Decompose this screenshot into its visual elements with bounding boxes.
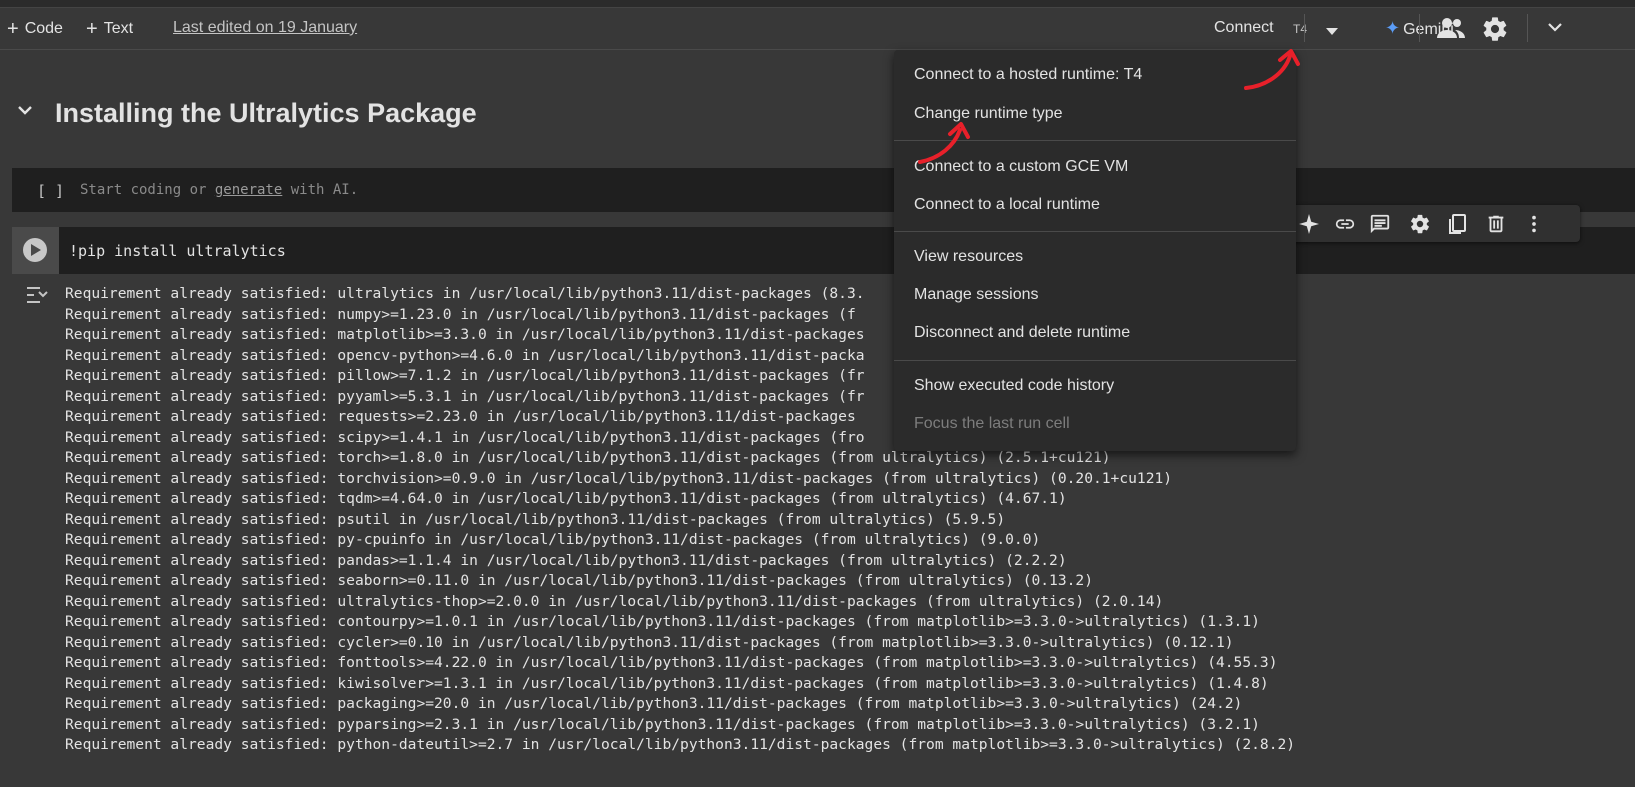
gear-icon[interactable] bbox=[1481, 15, 1509, 48]
output-line: Requirement already satisfied: contourpy… bbox=[65, 613, 1260, 630]
output-line: Requirement already satisfied: packaging… bbox=[65, 695, 1243, 712]
gemini-star-icon: ✦ bbox=[1385, 18, 1401, 38]
output-line: Requirement already satisfied: pyyaml>=5… bbox=[65, 387, 865, 405]
mirror-cell-icon[interactable] bbox=[1447, 213, 1469, 240]
placeholder-text: with AI. bbox=[282, 182, 359, 198]
output-line: Requirement already satisfied: scipy>=1.… bbox=[65, 428, 865, 446]
output-line: Requirement already satisfied: kiwisolve… bbox=[65, 674, 1269, 692]
output-line: Requirement already satisfied: torch>=1.… bbox=[65, 449, 1111, 466]
sparkle-icon[interactable] bbox=[1298, 213, 1320, 240]
connect-dropdown-icon[interactable] bbox=[1326, 28, 1338, 35]
menu-item-view-resources[interactable]: View resources bbox=[914, 248, 1023, 266]
cell-toolbar bbox=[1290, 205, 1580, 242]
output-line: Requirement already satisfied: matplotli… bbox=[65, 326, 865, 343]
generate-link[interactable]: generate bbox=[215, 182, 282, 198]
output-line: Requirement already satisfied: numpy>=1.… bbox=[65, 305, 856, 323]
menu-item-connect-local-runtime[interactable]: Connect to a local runtime bbox=[914, 196, 1100, 214]
toolbar-divider bbox=[1419, 14, 1420, 42]
output-line: Requirement already satisfied: python-da… bbox=[65, 736, 1296, 753]
gear-icon[interactable] bbox=[1409, 213, 1431, 240]
code-cell-source[interactable]: !pip install ultralytics bbox=[69, 242, 286, 260]
menu-divider bbox=[894, 360, 1296, 361]
last-edited-link[interactable]: Last edited on 19 January bbox=[173, 19, 357, 37]
annotation-arrow-change-runtime bbox=[918, 122, 970, 164]
comment-icon[interactable] bbox=[1369, 213, 1391, 240]
output-line: Requirement already satisfied: cycler>=0… bbox=[65, 633, 1234, 651]
section-collapse-icon[interactable] bbox=[17, 104, 33, 122]
output-line: Requirement already satisfied: py-cpuinf… bbox=[65, 531, 1041, 548]
add-code-label: Code bbox=[24, 20, 63, 37]
output-line: Requirement already satisfied: torchvisi… bbox=[65, 469, 1173, 487]
menu-item-connect-hosted-runtime[interactable]: Connect to a hosted runtime: T4 bbox=[914, 66, 1142, 84]
section-heading: Installing the Ultralytics Package bbox=[55, 98, 477, 128]
output-line: Requirement already satisfied: tqdm>=4.6… bbox=[65, 490, 1067, 507]
output-line: Requirement already satisfied: requests>… bbox=[65, 408, 856, 425]
play-icon bbox=[23, 238, 47, 262]
menu-divider bbox=[894, 231, 1296, 232]
notebook-toolbar: + Code + Text Last edited on 19 January Co… bbox=[0, 8, 1635, 50]
output-toggle-icon[interactable] bbox=[25, 284, 49, 311]
add-text-label: Text bbox=[103, 20, 134, 37]
output-line: Requirement already satisfied: fonttools… bbox=[65, 654, 1278, 671]
output-line: Requirement already satisfied: ultralyti… bbox=[65, 592, 1164, 610]
toolbar-divider bbox=[1304, 14, 1305, 42]
plus-icon: + bbox=[7, 18, 19, 40]
output-line: Requirement already satisfied: ultralyti… bbox=[65, 285, 865, 302]
cell-output: Requirement already satisfied: ultralyti… bbox=[65, 284, 1635, 787]
delete-icon[interactable] bbox=[1485, 213, 1507, 240]
add-code-button[interactable]: + Code bbox=[7, 18, 63, 41]
output-line: Requirement already satisfied: pillow>=7… bbox=[65, 367, 865, 384]
run-cell-button[interactable] bbox=[12, 227, 59, 274]
output-line: Requirement already satisfied: pyparsing… bbox=[65, 715, 1260, 733]
output-line: Requirement already satisfied: opencv-py… bbox=[65, 346, 865, 364]
plus-icon: + bbox=[86, 18, 98, 40]
menu-item-focus-last-run-cell: Focus the last run cell bbox=[914, 415, 1070, 432]
chevron-down-icon[interactable] bbox=[1547, 21, 1563, 39]
link-icon[interactable] bbox=[1333, 213, 1357, 240]
menu-item-show-executed-code-history[interactable]: Show executed code history bbox=[914, 377, 1114, 395]
window-top-strip bbox=[0, 0, 1635, 8]
more-vert-icon[interactable] bbox=[1523, 213, 1545, 240]
menu-item-disconnect-delete-runtime[interactable]: Disconnect and delete runtime bbox=[914, 324, 1130, 342]
output-line: Requirement already satisfied: psutil in… bbox=[65, 510, 1006, 528]
people-icon[interactable] bbox=[1436, 15, 1466, 46]
placeholder-text: Start coding or bbox=[80, 182, 215, 198]
connect-button[interactable]: Connect bbox=[1214, 19, 1274, 37]
annotation-arrow-connect bbox=[1244, 49, 1300, 90]
output-line: Requirement already satisfied: seaborn>=… bbox=[65, 572, 1093, 589]
output-line: Requirement already satisfied: pandas>=1… bbox=[65, 551, 1067, 569]
cell-execution-brackets: [ ] bbox=[37, 182, 65, 200]
menu-item-manage-sessions[interactable]: Manage sessions bbox=[914, 286, 1039, 304]
runtime-dropdown-menu: Connect to a hosted runtime: T4 Change r… bbox=[894, 50, 1296, 451]
add-text-button[interactable]: + Text bbox=[86, 18, 133, 41]
toolbar-divider bbox=[1527, 14, 1528, 42]
cell-placeholder[interactable]: Start coding or generate with AI. bbox=[80, 182, 358, 198]
